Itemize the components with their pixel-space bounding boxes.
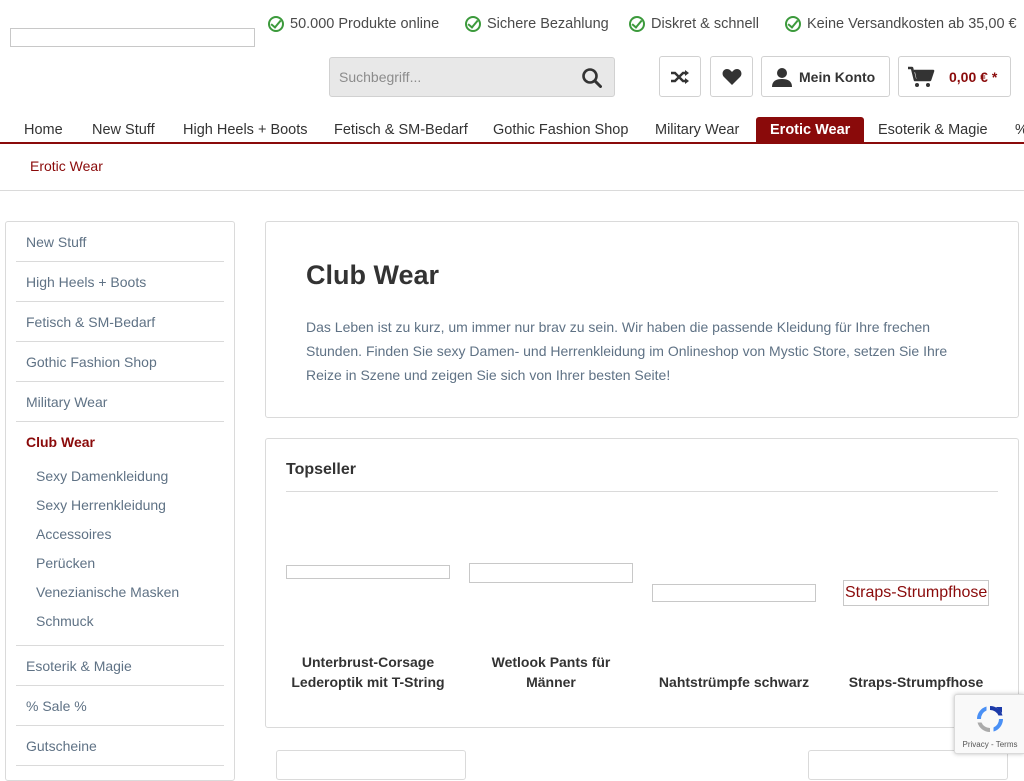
cart-icon bbox=[908, 66, 935, 87]
nav-item-gothic[interactable]: Gothic Fashion Shop bbox=[493, 117, 628, 142]
search-form bbox=[329, 57, 615, 97]
topseller-title: Topseller bbox=[286, 461, 356, 478]
shuffle-icon bbox=[671, 69, 689, 84]
account-button[interactable]: Mein Konto bbox=[761, 56, 890, 97]
sidebar-subitem-masken[interactable]: Venezianische Masken bbox=[36, 582, 179, 602]
usp-item: 50.000 Produkte online bbox=[268, 14, 439, 34]
check-circle-icon bbox=[629, 16, 645, 32]
category-description: Das Leben ist zu kurz, um immer nur brav… bbox=[306, 319, 948, 383]
nav-item-erotic-wear[interactable]: Erotic Wear bbox=[756, 117, 865, 142]
sidebar-item-gutscheine[interactable]: Gutscheine bbox=[16, 726, 224, 766]
sidebar-item-military[interactable]: Military Wear bbox=[16, 382, 224, 422]
nav-item-esoterik[interactable]: Esoterik & Magie bbox=[878, 117, 988, 142]
sidebar-item-club-wear[interactable]: Club Wear bbox=[16, 422, 224, 462]
check-circle-icon bbox=[785, 16, 801, 32]
product-image[interactable] bbox=[652, 584, 816, 602]
product-name[interactable]: Wetlook Pants für Männer bbox=[469, 652, 633, 692]
product-name[interactable]: Straps-Strumpfhose bbox=[834, 672, 998, 692]
usp-item: Diskret & schnell bbox=[629, 14, 759, 34]
product-image[interactable] bbox=[469, 563, 633, 583]
product-image[interactable] bbox=[286, 565, 450, 579]
check-circle-icon bbox=[268, 16, 284, 32]
logo-placeholder[interactable] bbox=[10, 28, 255, 47]
product-name[interactable]: Nahtstrümpfe schwarz bbox=[652, 672, 816, 692]
heart-icon bbox=[722, 68, 741, 85]
nav-item-sale[interactable]: % bbox=[1015, 117, 1024, 142]
cart-button[interactable]: 0,00 € * bbox=[898, 56, 1011, 97]
category-description-box: Club Wear Das Leben ist zu kurz, um imme… bbox=[265, 221, 1019, 418]
sidebar-subitem-schmuck[interactable]: Schmuck bbox=[36, 611, 94, 631]
nav-item-high-heels[interactable]: High Heels + Boots bbox=[183, 117, 308, 142]
user-icon bbox=[772, 67, 792, 87]
pagination-select[interactable] bbox=[808, 750, 1008, 780]
nav-item-fetisch[interactable]: Fetisch & SM-Bedarf bbox=[334, 117, 468, 142]
divider bbox=[0, 190, 1024, 191]
recaptcha-links[interactable]: Privacy - Terms bbox=[955, 740, 1024, 749]
sidebar-item-gothic[interactable]: Gothic Fashion Shop bbox=[16, 342, 224, 382]
nav-item-military[interactable]: Military Wear bbox=[655, 117, 739, 142]
sidebar-item-new-stuff[interactable]: New Stuff bbox=[16, 222, 224, 262]
search-icon[interactable] bbox=[582, 68, 602, 88]
sidebar-subitem-damen[interactable]: Sexy Damenkleidung bbox=[36, 466, 168, 486]
usp-item: Sichere Bezahlung bbox=[465, 14, 609, 34]
nav-item-new-stuff[interactable]: New Stuff bbox=[92, 117, 155, 142]
page-title: Club Wear bbox=[306, 260, 440, 290]
search-input[interactable] bbox=[330, 58, 560, 96]
topseller-box: Topseller Unterbrust-Corsage Lederoptik … bbox=[265, 438, 1019, 728]
sort-select[interactable] bbox=[276, 750, 466, 780]
product-image[interactable]: Straps-Strumpfhose bbox=[843, 580, 990, 606]
recaptcha-badge[interactable]: Privacy - Terms bbox=[954, 694, 1024, 754]
wishlist-button[interactable] bbox=[710, 56, 753, 97]
sidebar-item-fetisch[interactable]: Fetisch & SM-Bedarf bbox=[16, 302, 224, 342]
sidebar-item-esoterik[interactable]: Esoterik & Magie bbox=[16, 646, 224, 686]
sidebar-subitem-peruecken[interactable]: Perücken bbox=[36, 553, 95, 573]
sidebar-item-high-heels[interactable]: High Heels + Boots bbox=[16, 262, 224, 302]
breadcrumb[interactable]: Erotic Wear bbox=[30, 158, 103, 174]
product-name[interactable]: Unterbrust-Corsage Lederoptik mit T-Stri… bbox=[286, 652, 450, 692]
sidebar-item-sale[interactable]: % Sale % bbox=[16, 686, 224, 726]
sidebar-subitem-accessoires[interactable]: Accessoires bbox=[36, 524, 111, 544]
usp-item: Keine Versandkosten ab 35,00 € bbox=[785, 14, 1017, 34]
sidebar-subitem-herren[interactable]: Sexy Herrenkleidung bbox=[36, 495, 166, 515]
check-circle-icon bbox=[465, 16, 481, 32]
recaptcha-icon bbox=[977, 706, 1003, 732]
nav-item-home[interactable]: Home bbox=[24, 117, 63, 142]
main-navigation: Home New Stuff High Heels + Boots Fetisc… bbox=[0, 117, 1024, 144]
divider bbox=[286, 491, 998, 492]
category-sidebar: New Stuff High Heels + Boots Fetisch & S… bbox=[5, 221, 235, 781]
compare-button[interactable] bbox=[659, 56, 701, 97]
